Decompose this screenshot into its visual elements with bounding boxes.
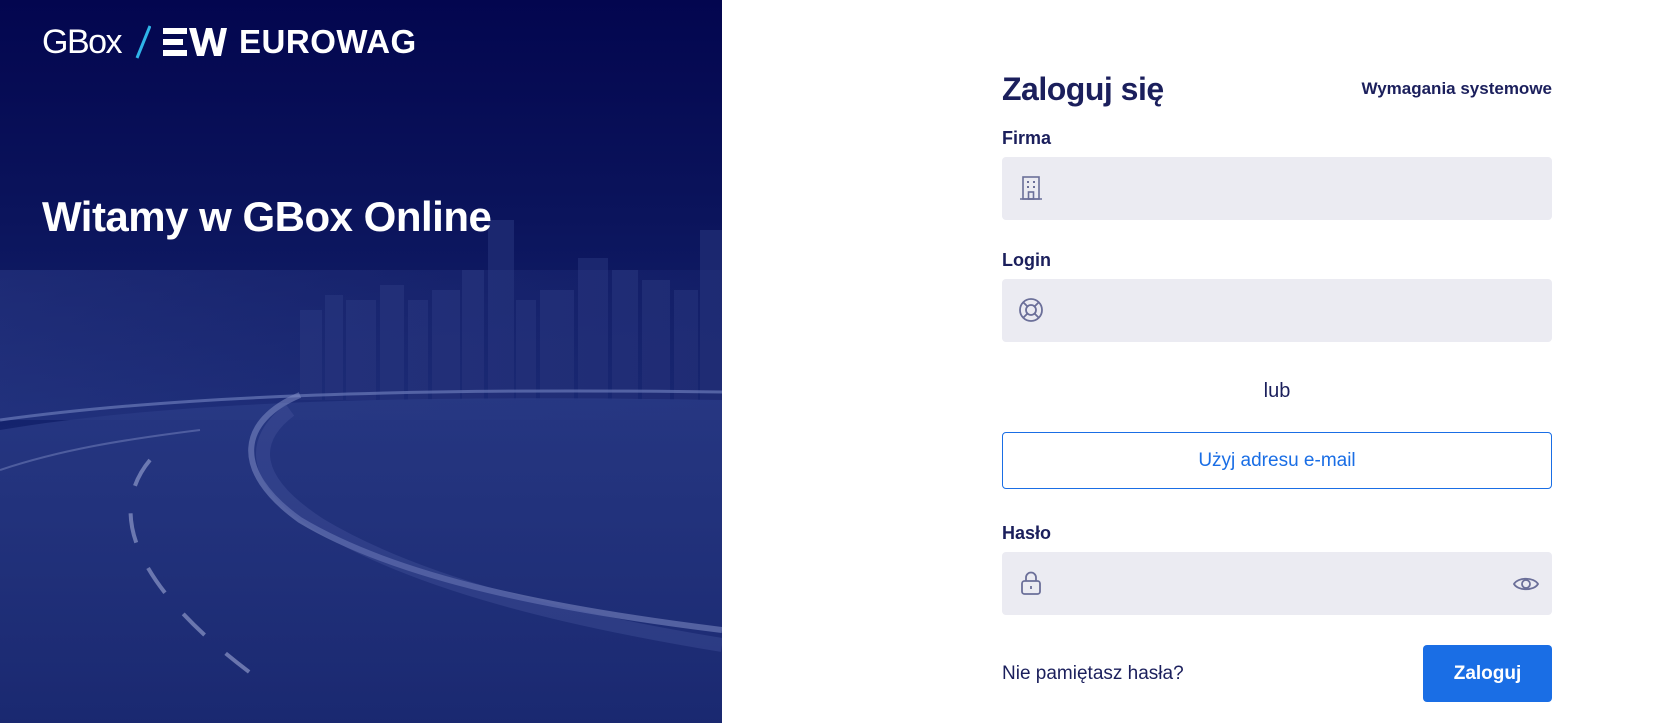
- page-title: Zaloguj się: [1002, 70, 1164, 107]
- ew-logo-mark-icon: [163, 28, 228, 56]
- gbox-wordmark: GBox: [42, 23, 123, 61]
- login-field-wrapper: [1002, 279, 1552, 342]
- company-input[interactable]: [1002, 157, 1552, 220]
- use-email-button[interactable]: Użyj adresu e-mail: [1002, 432, 1552, 489]
- eurowag-wordmark: EUROWAG: [239, 23, 417, 60]
- eye-icon[interactable]: [1512, 571, 1540, 597]
- form-actions: Nie pamiętasz hasła? Zaloguj: [1002, 645, 1552, 702]
- system-requirements-link[interactable]: Wymagania systemowe: [1361, 79, 1552, 99]
- building-icon: [1020, 176, 1042, 200]
- lifebuoy-icon: [1019, 298, 1043, 322]
- brand-logo: GBox EUROWAG: [42, 23, 417, 61]
- logo-divider-slash: [135, 25, 152, 59]
- password-label: Hasło: [1002, 523, 1052, 543]
- hero-panel: GBox EUROWAG Witamy w GBox Online: [0, 0, 722, 723]
- company-label: Firma: [1002, 128, 1052, 148]
- password-field-wrapper: [1002, 552, 1552, 615]
- or-separator: lub: [1263, 380, 1291, 402]
- login-form: Zaloguj się Wymagania systemowe Firma Lo…: [1002, 68, 1552, 702]
- company-field-wrapper: [1002, 157, 1552, 220]
- password-input[interactable]: [1002, 552, 1552, 615]
- city-highway-background: [0, 220, 722, 723]
- welcome-heading: Witamy w GBox Online: [42, 193, 492, 240]
- login-label: Login: [1002, 250, 1051, 270]
- forgot-password-link[interactable]: Nie pamiętasz hasła?: [1002, 663, 1184, 685]
- form-header: Zaloguj się Wymagania systemowe: [1002, 68, 1552, 110]
- login-input[interactable]: [1002, 279, 1552, 342]
- login-submit-button[interactable]: Zaloguj: [1423, 645, 1552, 702]
- lock-icon: [1021, 571, 1041, 595]
